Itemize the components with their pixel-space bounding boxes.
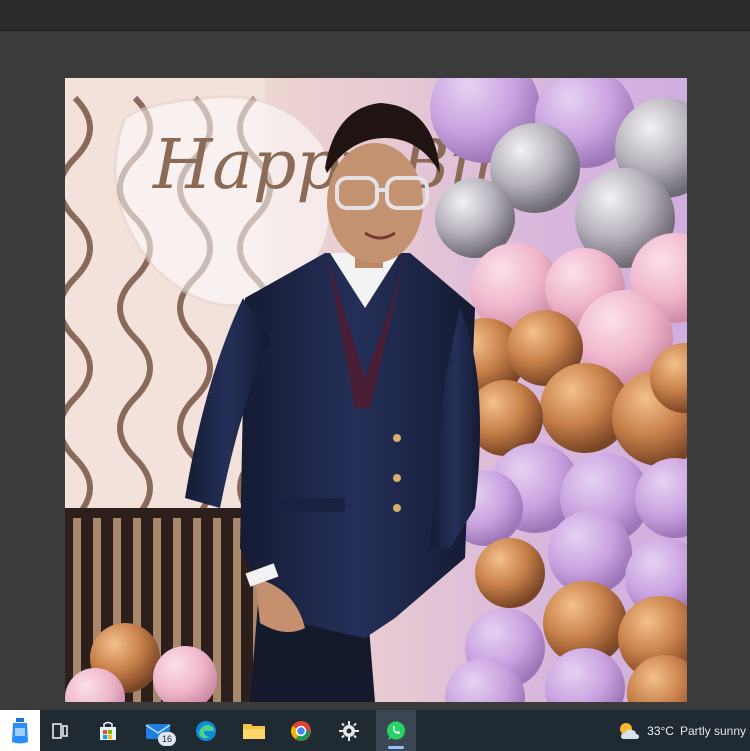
- mail-button[interactable]: 16: [138, 710, 178, 751]
- weather-widget[interactable]: 33°C Partly sunny: [617, 710, 750, 751]
- water-bottle-icon: [12, 717, 28, 743]
- window-titlebar: [0, 0, 750, 31]
- folder-icon: [243, 723, 265, 739]
- mail-unread-badge: 16: [158, 732, 176, 746]
- whatsapp-button[interactable]: [376, 710, 416, 751]
- file-explorer-button[interactable]: [234, 710, 274, 751]
- photo-illustration: Happy Birth: [65, 78, 687, 702]
- weather-temperature: 33°C: [647, 723, 674, 738]
- gear-icon: [339, 720, 359, 741]
- microsoft-store-button[interactable]: [88, 710, 128, 751]
- edge-icon: [196, 720, 216, 741]
- task-view-icon: [52, 722, 68, 739]
- water-bottle-app-button[interactable]: [0, 710, 40, 751]
- task-view-button[interactable]: [40, 710, 80, 751]
- store-icon: [100, 721, 116, 740]
- edge-browser-button[interactable]: [186, 710, 226, 751]
- taskbar: 16 33°C Partly sunny: [0, 709, 750, 751]
- settings-button[interactable]: [329, 710, 369, 751]
- chrome-browser-button[interactable]: [281, 710, 321, 751]
- weather-description: Partly sunny: [679, 723, 746, 738]
- whatsapp-icon: [387, 721, 405, 740]
- photo-image[interactable]: Happy Birth: [65, 78, 687, 702]
- partly-sunny-icon: [620, 722, 640, 739]
- chrome-icon: [291, 720, 311, 741]
